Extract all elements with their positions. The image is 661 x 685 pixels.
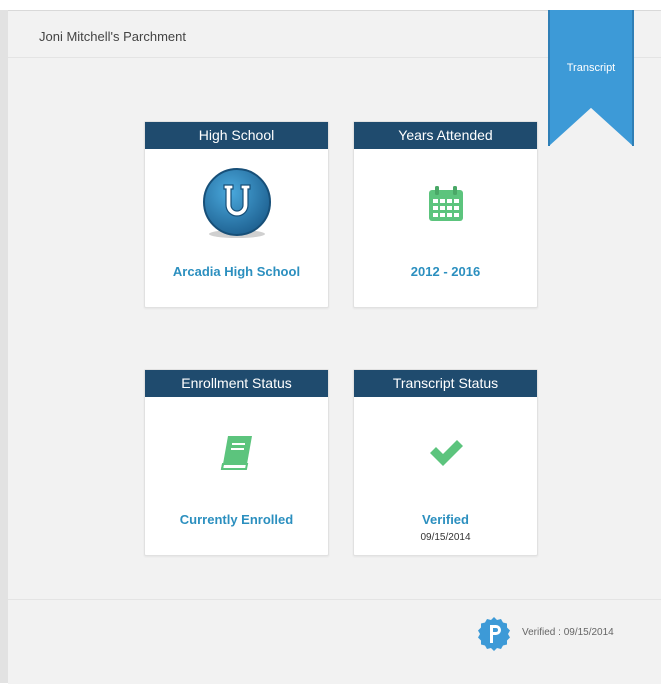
ribbon-edge-right xyxy=(632,10,634,146)
card-enrollment-status: Enrollment Status Currently Enrolled xyxy=(144,369,329,556)
card-heading: High School xyxy=(145,122,328,149)
transcript-status-value: Verified xyxy=(422,512,469,527)
card-heading: Years Attended xyxy=(354,122,537,149)
book-icon xyxy=(145,416,328,488)
ribbon-label: Transcript xyxy=(566,62,616,74)
years-attended-value: 2012 - 2016 xyxy=(410,264,481,279)
high-school-name[interactable]: Arcadia High School xyxy=(145,264,328,279)
card-transcript-status: Transcript Status Verified 09/15/2014 xyxy=(353,369,538,556)
enrollment-status-value: Currently Enrolled xyxy=(179,512,294,527)
checkmark-icon xyxy=(354,416,537,488)
card-heading: Enrollment Status xyxy=(145,370,328,397)
parchment-panel: Joni Mitchell's Parchment Transcript Hig… xyxy=(8,10,661,684)
calendar-icon xyxy=(354,168,537,240)
transcript-status-date: 09/15/2014 xyxy=(420,532,471,543)
card-years-attended: Years Attended 2012 - 2016 xyxy=(353,121,538,308)
ribbon-edge-left xyxy=(548,10,550,146)
card-heading: Transcript Status xyxy=(354,370,537,397)
parchment-logo-icon xyxy=(476,616,512,652)
page-title: Joni Mitchell's Parchment xyxy=(39,29,186,44)
footer-verified-text: Verified : 09/15/2014 xyxy=(522,627,614,638)
panel-footer: Verified : 09/15/2014 xyxy=(8,599,661,685)
transcript-ribbon[interactable]: Transcript xyxy=(549,10,633,146)
card-high-school: High School Arcadia High School xyxy=(144,121,329,308)
school-logo-icon xyxy=(145,168,328,240)
left-edge xyxy=(0,10,8,683)
